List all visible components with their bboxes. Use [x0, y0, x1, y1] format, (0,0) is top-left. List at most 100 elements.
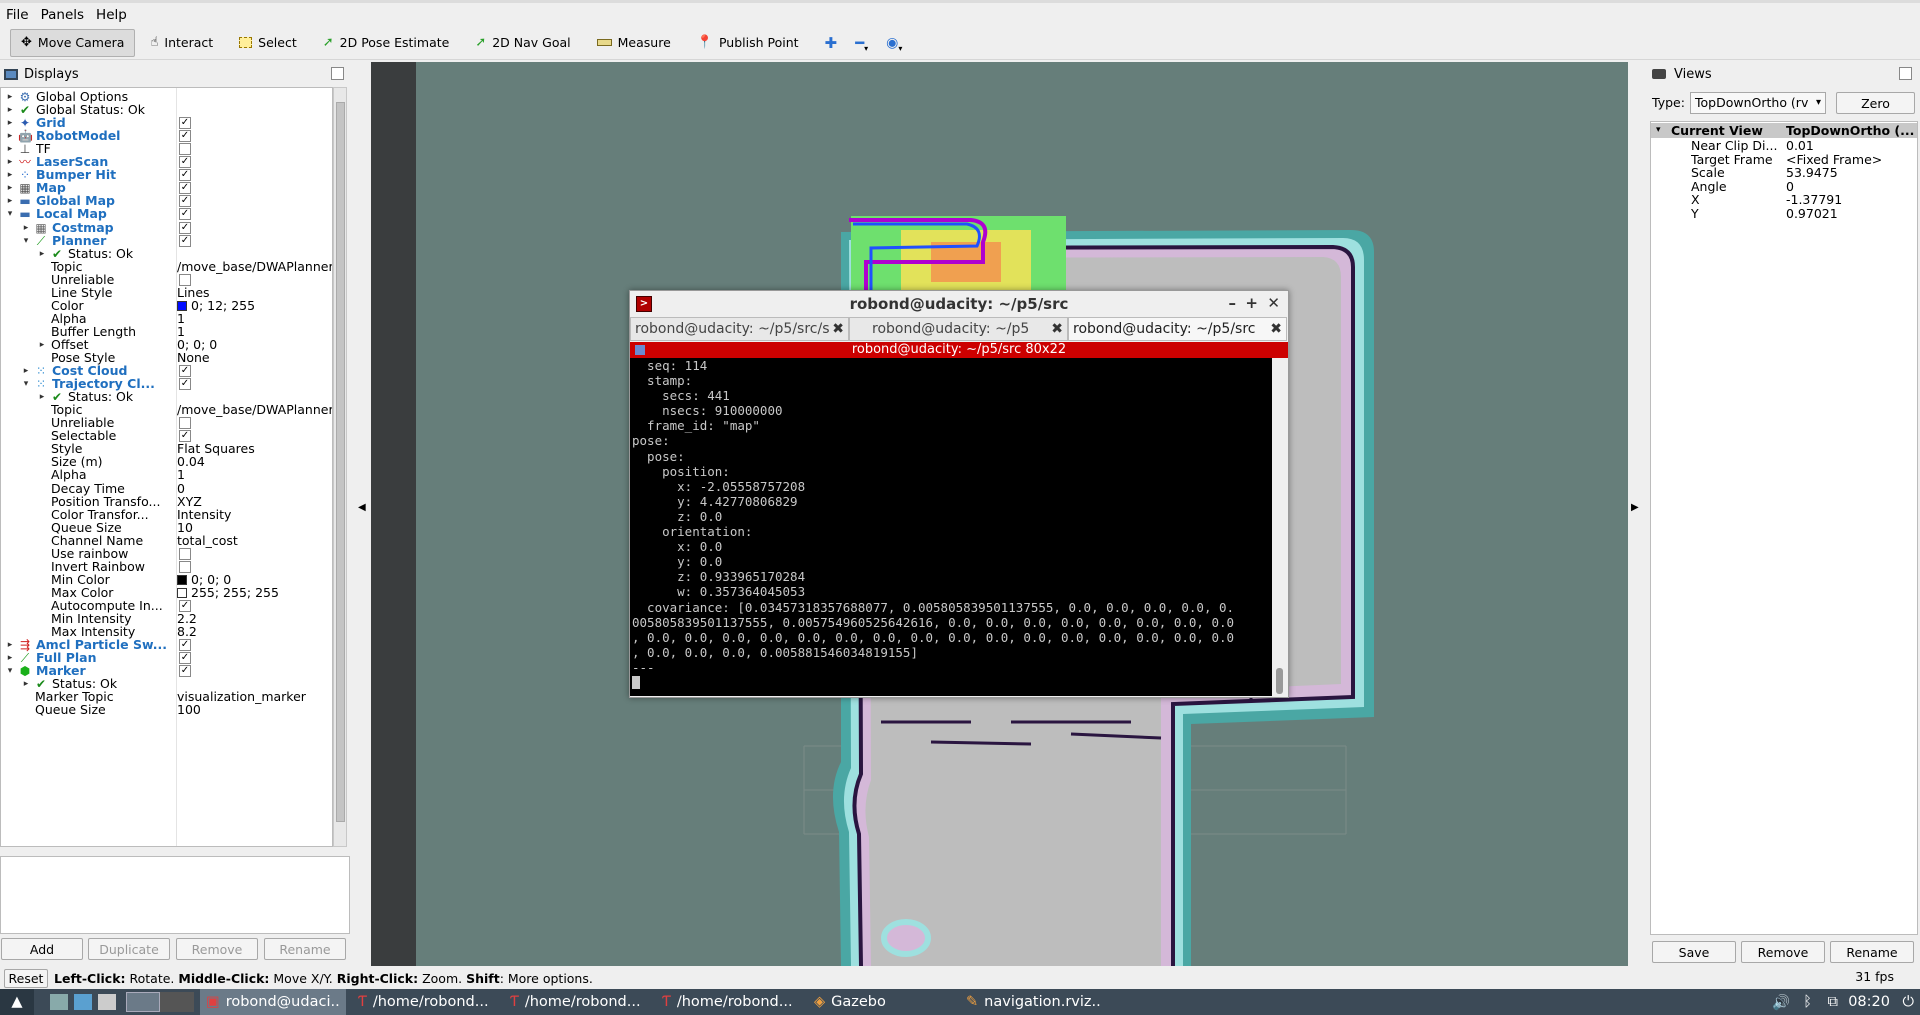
view-tool-button[interactable]: ◉ ▾: [879, 29, 909, 57]
network-icon[interactable]: ⧉: [1828, 994, 1838, 1010]
terminal-subtitle: robond@udacity: ~/p5/src 80x22: [851, 342, 1067, 357]
bluetooth-icon[interactable]: ᛒ: [1803, 994, 1812, 1010]
chevron-down-icon: ▾: [898, 44, 903, 53]
publish-point-tool[interactable]: 📍 Publish Point: [686, 29, 810, 57]
terminal-tab-2[interactable]: robond@udacity: ~/p5 ✖: [849, 317, 1068, 341]
close-tab-icon[interactable]: ✖: [1051, 318, 1063, 340]
nav-goal-tool[interactable]: ➚ 2D Nav Goal: [464, 29, 581, 57]
terminal-window[interactable]: > robond@udacity: ~/p5/src – + ✕ robond@…: [629, 290, 1289, 698]
view-prop-row[interactable]: Scale 53.9475: [1651, 166, 1917, 180]
view-prop-row[interactable]: Near Clip Di... 0.01: [1651, 139, 1917, 153]
duplicate-display-button[interactable]: Duplicate: [88, 938, 170, 960]
measure-tool[interactable]: Measure: [586, 29, 682, 57]
terminal-title: robond@udacity: ~/p5/src: [849, 295, 1069, 313]
terminal-output[interactable]: seq: 114 stamp: secs: 441 nsecs: 9100000…: [630, 358, 1272, 696]
select-tool[interactable]: Select: [228, 29, 308, 57]
displays-float-button[interactable]: [331, 67, 344, 80]
hint-desc: : More options.: [499, 970, 593, 986]
browser-icon[interactable]: [98, 994, 116, 1010]
remove-display-button[interactable]: Remove: [176, 938, 258, 960]
terminal-line: orientation:: [632, 524, 753, 540]
file-manager-icon[interactable]: [74, 994, 92, 1010]
maximize-icon[interactable]: +: [1245, 294, 1258, 312]
remove-view-button[interactable]: Remove: [1741, 941, 1825, 963]
view-prop-value[interactable]: 0.01: [1786, 139, 1814, 153]
left-collapse-strip[interactable]: ◀: [355, 62, 369, 966]
reset-button[interactable]: Reset: [4, 968, 48, 988]
menu-help[interactable]: Help: [96, 7, 127, 23]
terminal-icon: ▣: [206, 994, 220, 1010]
task-list: ▣ robond@udaci... Ƭ/home/robond... Ƭ/home/r…: [200, 989, 1112, 1015]
terminal-line: w: 0.357364045053: [632, 584, 806, 600]
current-view-row[interactable]: ▾ Current View TopDownOrtho (...: [1651, 123, 1917, 138]
close-tab-icon[interactable]: ✖: [1270, 318, 1282, 340]
terminal-scrollbar[interactable]: [1272, 358, 1288, 696]
views-float-button[interactable]: [1899, 67, 1912, 80]
button-label: Remove: [191, 941, 243, 957]
chevron-down-icon: ▾: [1815, 97, 1821, 108]
terminal-line: , 0.0, 0.0, 0.0, 0.005881546034819155]: [632, 644, 918, 660]
expand-arrow[interactable]: ▾: [1656, 123, 1661, 138]
display-row[interactable]: Queue Size 100: [1, 702, 332, 718]
view-prop-value[interactable]: 0.97021: [1786, 207, 1838, 221]
pose-arrow-icon: ➚: [322, 35, 334, 50]
tool-label: 2D Pose Estimate: [339, 35, 450, 50]
button-label: Add: [29, 941, 55, 957]
zero-button[interactable]: Zero: [1836, 92, 1915, 114]
move-camera-tool[interactable]: ✥ Move Camera: [10, 28, 136, 57]
taskbar-task[interactable]: ◈ Gazebo: [808, 989, 954, 1015]
workspace-2[interactable]: [160, 992, 194, 1012]
display-row-value[interactable]: 100: [177, 702, 332, 718]
rename-view-button[interactable]: Rename: [1830, 941, 1914, 963]
menu-file[interactable]: File: [6, 7, 29, 23]
taskbar-task[interactable]: ✎ navigation.rviz...: [960, 989, 1106, 1015]
text-editor-icon: Ƭ: [358, 994, 367, 1010]
terminal-scrollbar-thumb[interactable]: [1276, 668, 1283, 694]
taskbar: ▲ ▣ robond@udaci... Ƭ/home/robond... Ƭ/home…: [0, 989, 1920, 1015]
taskbar-task[interactable]: Ƭ/home/robond...: [504, 989, 650, 1015]
button-label: Save: [1678, 944, 1710, 960]
terminal-titlebar[interactable]: > robond@udacity: ~/p5/src – + ✕: [630, 291, 1288, 317]
power-icon[interactable]: ⏻: [1903, 994, 1914, 1010]
taskbar-task[interactable]: Ƭ/home/robond...: [352, 989, 498, 1015]
close-icon[interactable]: ✕: [1267, 294, 1280, 312]
minimize-icon[interactable]: –: [1229, 294, 1237, 312]
views-tree[interactable]: ▾ Current View TopDownOrtho (... Near Cl…: [1650, 121, 1918, 935]
remove-tool-button[interactable]: ━ ▾: [848, 29, 875, 57]
add-tool-button[interactable]: ✚: [818, 29, 845, 57]
goal-arrow-icon: ➚: [475, 35, 487, 50]
add-display-button[interactable]: Add: [1, 938, 83, 960]
terminal-line: secs: 441: [632, 388, 730, 404]
view-prop-row[interactable]: Target Frame <Fixed Frame>: [1651, 152, 1917, 167]
taskbar-task[interactable]: ▣ robond@udaci...: [200, 989, 346, 1015]
terminal-line: , 0.0, 0.0, 0.0, 0.0, 0.0, 0.0, 0.0, 0.0…: [632, 629, 1235, 645]
view-type-select[interactable]: TopDownOrtho (rv ▾: [1690, 92, 1826, 114]
right-collapse-strip[interactable]: ▶: [1628, 62, 1642, 966]
displays-scrollbar-thumb[interactable]: [336, 102, 345, 822]
save-view-button[interactable]: Save: [1652, 941, 1736, 963]
interact-tool[interactable]: ☝ Interact: [139, 29, 224, 57]
button-label: Remove: [1757, 944, 1809, 960]
tool-label: Publish Point: [718, 35, 799, 50]
view-prop-row[interactable]: X -1.37791: [1651, 193, 1917, 207]
workspace-1[interactable]: [126, 992, 160, 1012]
view-type-label: Type:: [1652, 95, 1685, 110]
taskbar-task-label: robond@udaci...: [225, 994, 340, 1010]
displays-scrollbar[interactable]: [333, 87, 347, 847]
terminal-tab-3[interactable]: robond@udacity: ~/p5/src ✖: [1068, 317, 1287, 341]
terminal-line: z: 0.933965170284: [632, 569, 806, 585]
start-menu-icon[interactable]: ▲: [0, 989, 34, 1015]
rename-display-button[interactable]: Rename: [264, 938, 346, 960]
menu-panels[interactable]: Panels: [41, 7, 84, 23]
view-prop-row[interactable]: Angle 0: [1651, 179, 1917, 194]
view-prop-row[interactable]: Y 0.97021: [1651, 207, 1917, 221]
volume-icon[interactable]: 🔊: [1772, 994, 1790, 1011]
displays-tree[interactable]: ▸ ⚙ Global Options ▸ ✔ Global Status: Ok ▸ ✦ Gri…: [0, 87, 333, 847]
pose-estimate-tool[interactable]: ➚ 2D Pose Estimate: [312, 29, 461, 57]
monitor-icon: [4, 68, 18, 80]
terminal-tab-1[interactable]: robond@udacity: ~/p5/src/s ✖: [630, 317, 849, 341]
close-tab-icon[interactable]: ✖: [832, 318, 844, 340]
taskbar-task[interactable]: Ƭ/home/robond...: [656, 989, 802, 1015]
show-desktop-icon[interactable]: [50, 994, 68, 1010]
